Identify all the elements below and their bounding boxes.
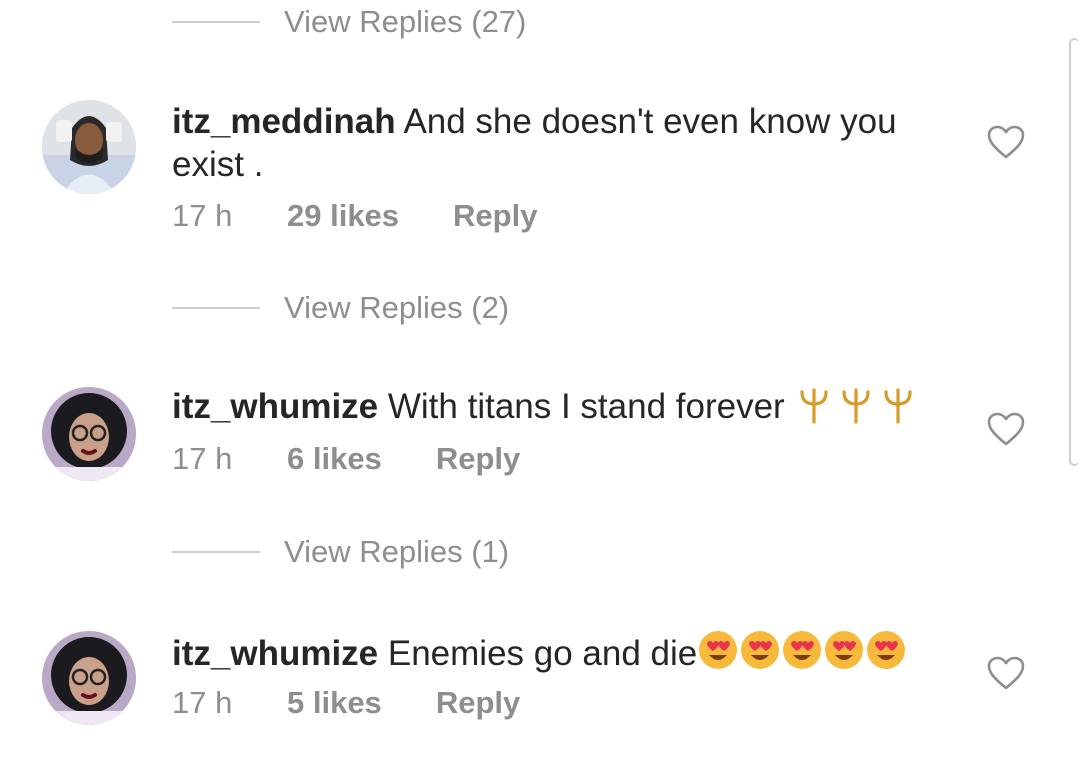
comment-time: 17 h: [172, 198, 233, 233]
divider-line: [172, 307, 260, 309]
avatar[interactable]: [42, 631, 136, 725]
comment-text: itz_meddinah And she doesn't even know y…: [172, 100, 962, 186]
avatar[interactable]: [42, 387, 136, 481]
reply-button[interactable]: Reply: [436, 441, 520, 477]
comment-text: itz_whumize With titans I stand forever: [172, 385, 962, 434]
trident-emoji: [794, 386, 922, 434]
view-replies-row[interactable]: View Replies (27): [172, 0, 526, 44]
view-replies-row[interactable]: View Replies (1): [172, 530, 509, 574]
avatar[interactable]: [42, 100, 136, 194]
scrollbar[interactable]: [1069, 38, 1079, 466]
view-replies-label[interactable]: View Replies (1): [284, 534, 509, 570]
comment-meta: 17 h 5 likes Reply: [172, 685, 520, 721]
heart-eyes-emoji: [697, 629, 911, 681]
comment-message: Enemies go and die: [387, 634, 698, 673]
comment-time: 17 h: [172, 441, 233, 476]
divider-line: [172, 551, 260, 553]
comment-text: itz_whumize Enemies go and die: [172, 629, 962, 681]
comment-username[interactable]: itz_whumize: [172, 634, 378, 673]
comment-likes[interactable]: 6 likes: [287, 441, 382, 477]
view-replies-label[interactable]: View Replies (2): [284, 290, 509, 326]
comment-time: 17 h: [172, 685, 233, 720]
view-replies-row[interactable]: View Replies (2): [172, 286, 509, 330]
comment-likes[interactable]: 29 likes: [287, 198, 399, 234]
heart-outline-icon[interactable]: [986, 124, 1026, 160]
heart-outline-icon[interactable]: [986, 655, 1026, 691]
comment-username[interactable]: itz_whumize: [172, 387, 378, 426]
divider-line: [172, 21, 260, 23]
heart-outline-icon[interactable]: [986, 411, 1026, 447]
reply-button[interactable]: Reply: [453, 198, 537, 234]
view-replies-label[interactable]: View Replies (27): [284, 4, 526, 40]
comment-meta: 17 h 6 likes Reply: [172, 441, 520, 477]
comment-username[interactable]: itz_meddinah: [172, 102, 396, 141]
comment-likes[interactable]: 5 likes: [287, 685, 382, 721]
comment-message: With titans I stand forever: [387, 387, 785, 426]
comment-meta: 17 h 29 likes Reply: [172, 198, 537, 234]
reply-button[interactable]: Reply: [436, 685, 520, 721]
